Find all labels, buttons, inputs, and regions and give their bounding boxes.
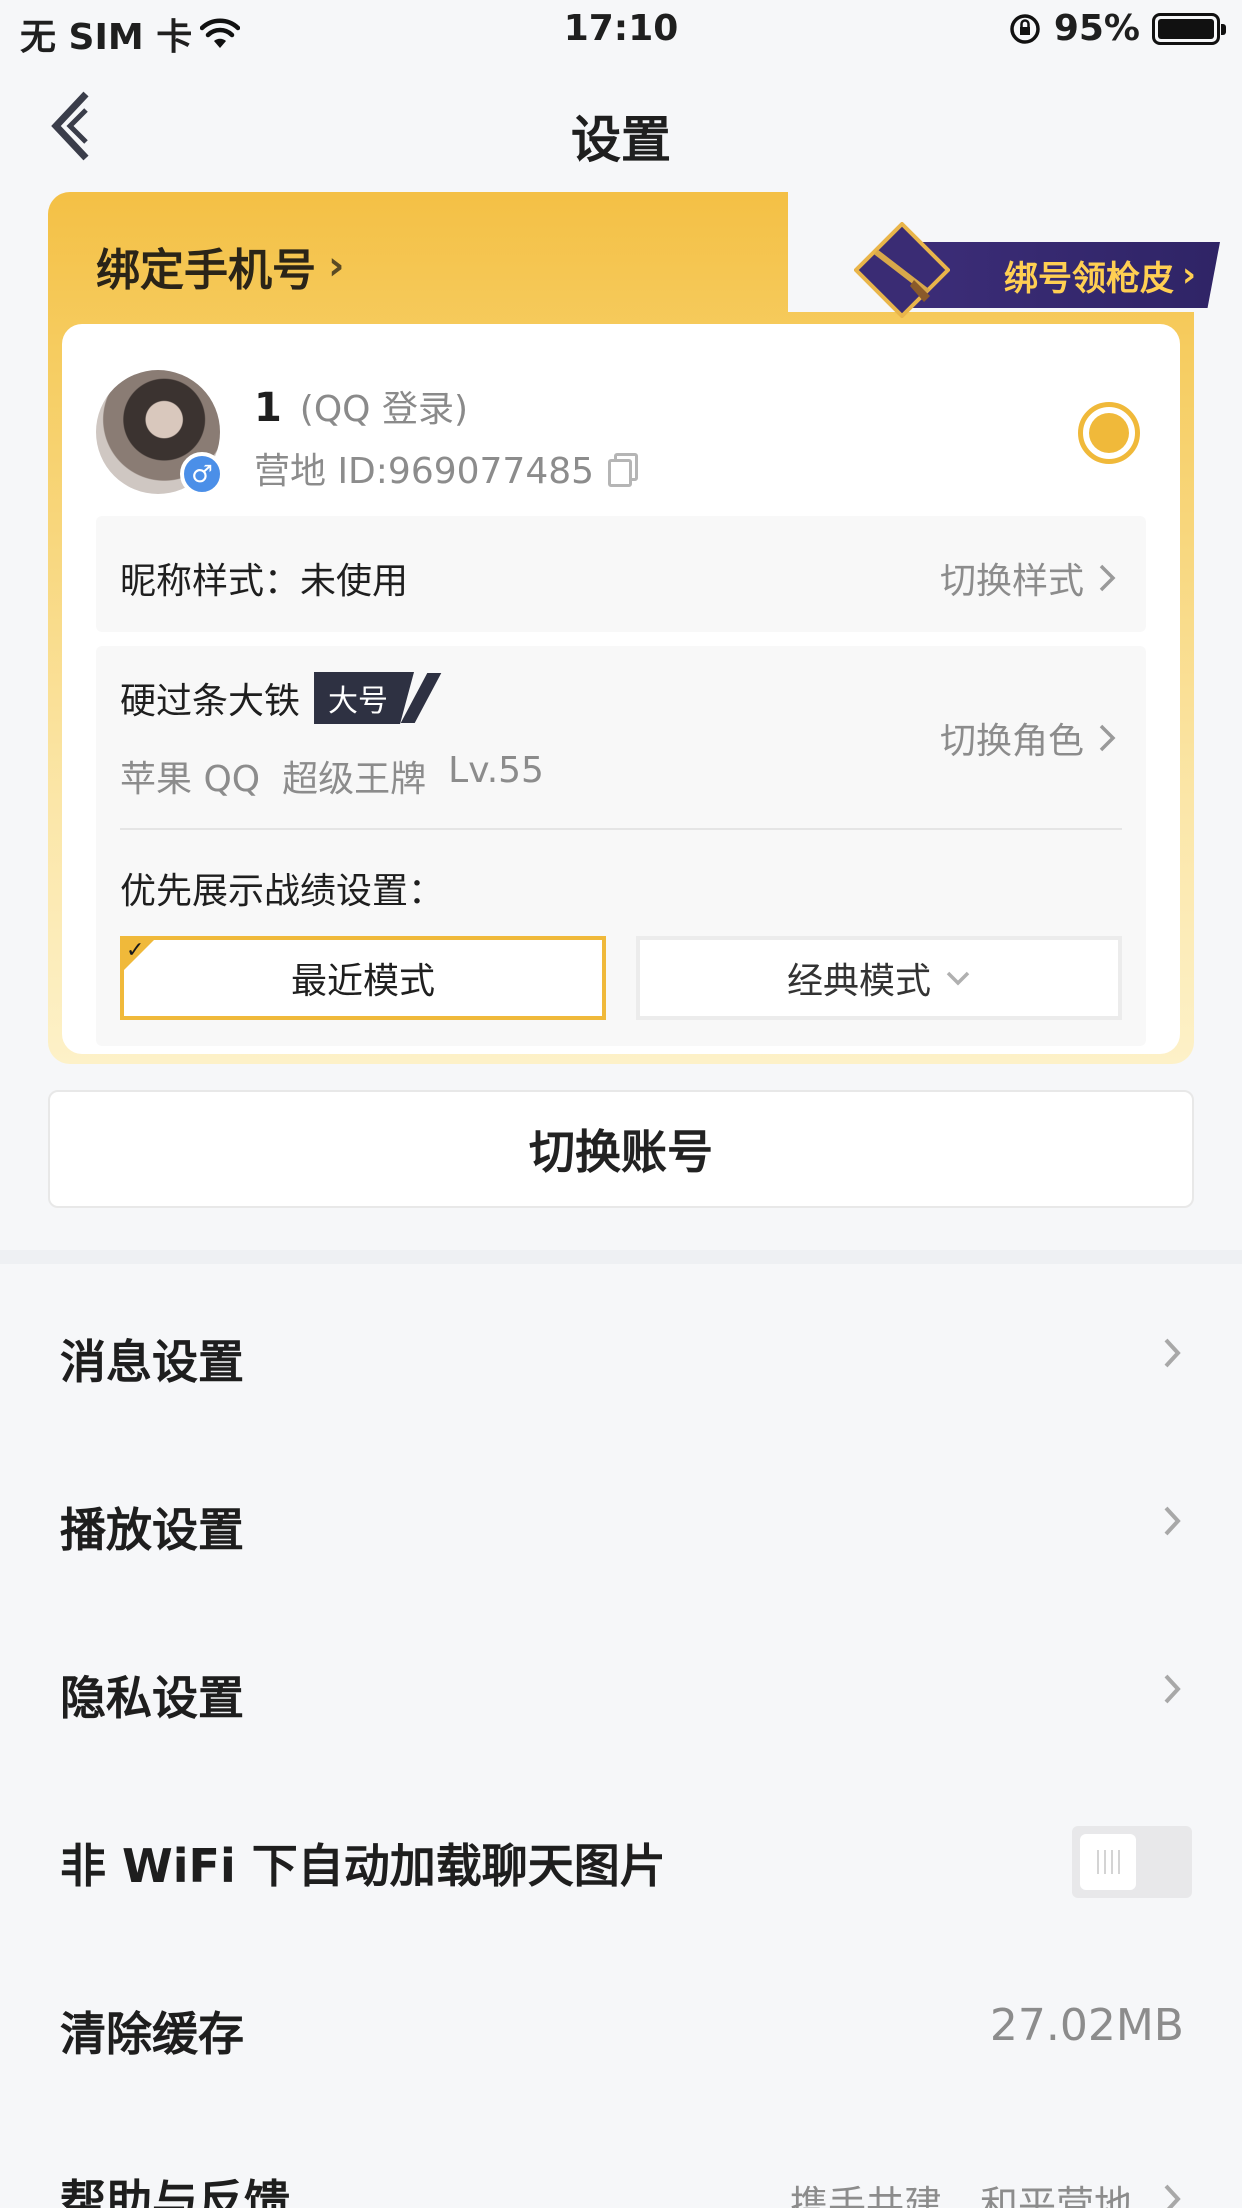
main-account-tag: 大号 — [314, 672, 415, 724]
bind-phone-label: 绑定手机号 — [96, 245, 316, 296]
skin-promo-banner: 绑号领枪皮 › — [908, 242, 1220, 308]
gun-skin-icon — [854, 222, 950, 318]
nickname-style-label: 昵称样式：未使用 — [120, 561, 409, 602]
switch-style-label: 切换样式 — [939, 561, 1084, 602]
message-settings-label: 消息设置 — [60, 1335, 244, 1389]
clear-cache-label: 清除缓存 — [60, 2007, 244, 2061]
clear-cache-item[interactable]: 清除缓存 27.02MB — [0, 1942, 1242, 2110]
user-name: 1 (QQ 登录) — [254, 380, 468, 432]
male-gender-icon: ♂ — [180, 452, 224, 496]
battery-icon — [1152, 12, 1226, 45]
role-name-text: 硬过条大铁 — [120, 681, 301, 722]
chevron-right-icon — [1099, 724, 1116, 752]
chevron-right-icon — [1164, 1674, 1181, 1704]
recent-mode-button[interactable]: ✓ 最近模式 — [120, 936, 606, 1020]
switch-account-button[interactable]: 切换账号 — [48, 1090, 1194, 1208]
chevron-down-icon — [946, 971, 970, 986]
cache-size: 27.02MB — [989, 2000, 1184, 2051]
skin-promo-badge[interactable]: 绑号领枪皮 › — [848, 222, 1228, 322]
privacy-settings-item[interactable]: 隐私设置 — [0, 1606, 1242, 1774]
recent-mode-label: 最近模式 — [290, 961, 435, 1002]
section-divider — [0, 1250, 1242, 1264]
toggle-knob — [1080, 1834, 1136, 1890]
divider — [120, 828, 1122, 830]
account-selected-radio[interactable] — [1078, 402, 1140, 464]
card-tab-slant — [716, 192, 866, 312]
page-title: 设置 — [571, 111, 671, 169]
skin-promo-label: 绑号领枪皮 — [1003, 258, 1174, 299]
auto-load-images-item: 非 WiFi 下自动加载聊天图片 — [0, 1774, 1242, 1942]
checkmark-icon: ✓ — [126, 938, 145, 963]
orientation-lock-icon — [1010, 13, 1040, 44]
chevron-right-icon: › — [1181, 255, 1196, 295]
nickname-style-row[interactable]: 昵称样式：未使用 切换样式 — [96, 516, 1146, 632]
message-settings-item[interactable]: 消息设置 — [0, 1270, 1242, 1438]
role-rank: 超级王牌 — [282, 759, 427, 800]
role-name: 硬过条大铁 大号 — [120, 672, 442, 724]
status-bar: 无 SIM 卡 17:10 95% — [0, 0, 1242, 62]
chevron-right-icon — [1164, 1506, 1181, 1536]
nav-bar: 设置 — [0, 82, 1242, 170]
classic-mode-label: 经典模式 — [786, 961, 931, 1002]
help-feedback-subtitle: 携手共建，和平营地 — [789, 2183, 1132, 2208]
chevron-right-icon — [1164, 1338, 1181, 1368]
privacy-settings-label: 隐私设置 — [60, 1671, 244, 1725]
status-right: 95% — [1008, 8, 1226, 49]
login-type: (QQ 登录) — [299, 389, 468, 430]
chevron-right-icon — [1164, 2184, 1181, 2208]
playback-settings-item[interactable]: 播放设置 — [0, 1438, 1242, 1606]
auto-load-images-label: 非 WiFi 下自动加载聊天图片 — [60, 1839, 666, 1893]
role-box: 硬过条大铁 大号 苹果 QQ 超级王牌 Lv.55 切换角色 优先展示战绩设置：… — [96, 646, 1146, 1046]
chevron-right-icon: › — [328, 243, 345, 289]
camp-id-text: 营地 ID:969077485 — [254, 451, 595, 492]
help-feedback-label: 帮助与反馈 — [60, 2175, 290, 2208]
switch-account-label: 切换账号 — [529, 1125, 713, 1179]
camp-id: 营地 ID:969077485 — [254, 442, 639, 494]
account-card-body: ♂ 1 (QQ 登录) 营地 ID:969077485 昵称样式：未使用 切换样… — [62, 324, 1180, 1054]
battery-percent: 95% — [1053, 8, 1140, 49]
switch-style-link[interactable]: 切换样式 — [940, 552, 1116, 604]
switch-role-link[interactable]: 切换角色 — [940, 712, 1116, 764]
role-meta: 苹果 QQ 超级王牌 Lv.55 — [120, 750, 544, 802]
classic-mode-button[interactable]: 经典模式 — [636, 936, 1122, 1020]
bind-phone-link[interactable]: 绑定手机号 › — [96, 234, 344, 298]
auto-load-images-toggle[interactable] — [1072, 1826, 1192, 1898]
priority-label: 优先展示战绩设置： — [120, 871, 445, 912]
role-level: Lv.55 — [448, 750, 544, 791]
role-platform: 苹果 QQ — [120, 759, 261, 800]
chevron-right-icon — [1099, 564, 1116, 592]
switch-role-label: 切换角色 — [939, 721, 1084, 762]
copy-icon[interactable] — [608, 453, 639, 487]
user-name-text: 1 — [254, 385, 282, 431]
help-feedback-item[interactable]: 帮助与反馈 携手共建，和平营地 — [0, 2110, 1242, 2208]
playback-settings-label: 播放设置 — [60, 1503, 244, 1557]
